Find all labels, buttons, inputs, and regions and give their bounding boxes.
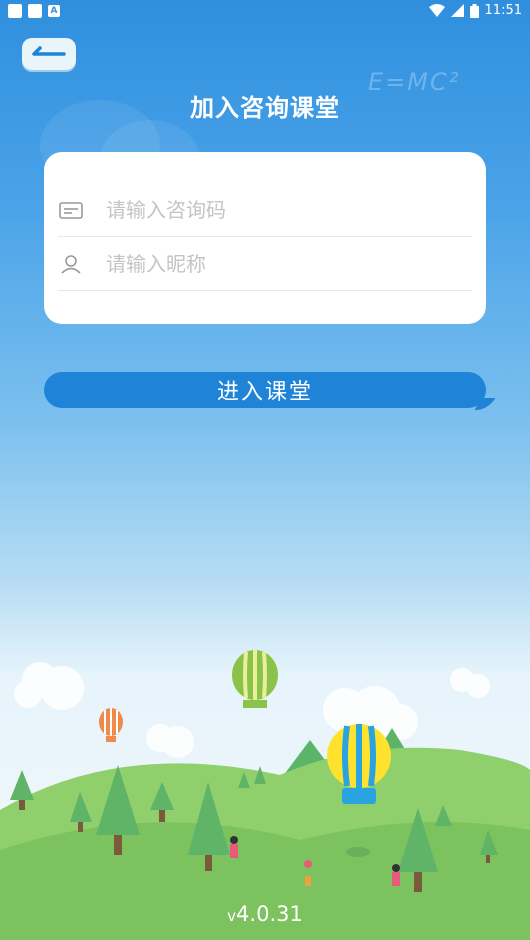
code-input[interactable]: [104, 192, 458, 228]
page-title: 加入咨询课堂: [190, 94, 340, 122]
status-notifications: A: [8, 4, 60, 18]
wifi-icon: [428, 4, 445, 17]
notification-app-icon: A: [48, 5, 60, 17]
nickname-input[interactable]: [104, 246, 458, 282]
status-time: 11:51: [484, 3, 522, 18]
version-number: 4.0.31: [236, 902, 303, 926]
enter-classroom-label: 进入课堂: [216, 380, 313, 405]
status-indicators: 11:51: [428, 3, 522, 18]
notification-icon: [8, 4, 22, 18]
hills-balloon-illustration: [0, 650, 530, 940]
app-version: v4.0.31: [0, 902, 530, 926]
signal-icon: [450, 4, 464, 17]
card-icon: [59, 202, 83, 219]
join-form-card: [44, 152, 486, 324]
back-button[interactable]: [22, 38, 76, 70]
screen: A 11:51 E=MC² 加入咨询课堂 请输入咨询码 请输入昵称 进入课堂 v…: [0, 0, 530, 940]
user-icon: [61, 255, 81, 274]
nickname-field: [58, 236, 472, 291]
version-prefix: v: [227, 907, 237, 925]
battery-icon: [469, 3, 479, 18]
button-tail-decor: [474, 398, 496, 410]
back-arrow-icon: [32, 46, 66, 56]
enter-classroom-button[interactable]: 进入课堂: [44, 372, 496, 410]
code-field: [58, 182, 472, 237]
status-bar: A 11:51: [0, 0, 530, 24]
notification-icon: [28, 4, 42, 18]
